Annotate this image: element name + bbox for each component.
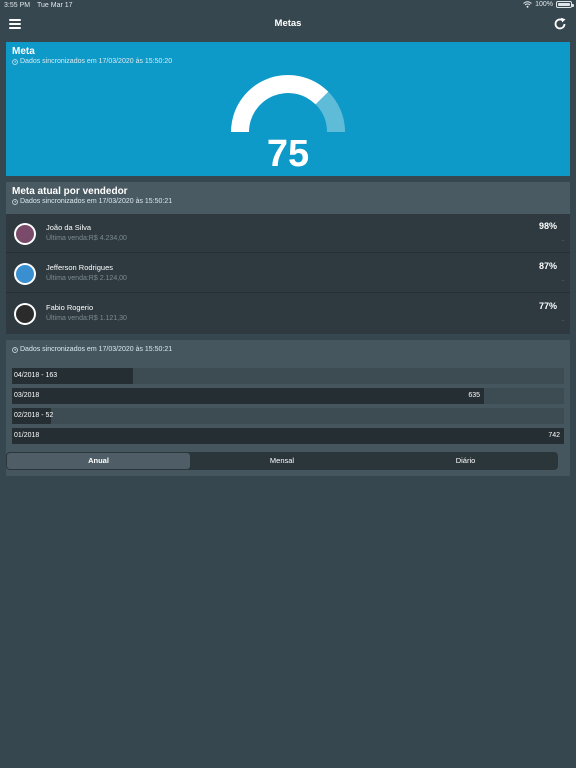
seller-dot: . <box>562 316 564 323</box>
period-segmented-control: Anual Mensal Diário <box>6 452 558 470</box>
status-time: 3:55 PM <box>4 2 31 9</box>
seller-row[interactable]: Jefferson Rodrigues Última venda:R$ 2.12… <box>6 254 570 293</box>
seller-name: Jefferson Rodrigues <box>46 263 113 272</box>
seller-dot: . <box>562 276 564 283</box>
meta-card-title: Meta <box>12 46 35 57</box>
bar-row: 01/2018 742 <box>12 428 564 444</box>
seller-percent: 98% <box>538 221 557 231</box>
bar-row: 04/2018 - 163 <box>12 368 564 384</box>
bar-fill <box>12 388 484 404</box>
seller-percent: 77% <box>538 301 557 311</box>
battery-icon <box>556 1 574 8</box>
nav-bar: Metas <box>0 12 576 38</box>
gauge-filled-arc <box>231 75 329 132</box>
battery-percent: 100% <box>535 1 553 8</box>
refresh-icon[interactable] <box>553 17 567 31</box>
bar-label: 03/2018 <box>14 392 40 399</box>
bar-label: 04/2018 - 163 <box>14 372 58 379</box>
seller-dot: . <box>562 236 564 243</box>
seller-row[interactable]: João da Silva Última venda:R$ 4.234,00 9… <box>6 214 570 253</box>
bar-row: 03/2018 635 <box>12 388 564 404</box>
clock-icon <box>12 198 18 205</box>
avatar <box>14 263 36 285</box>
clock-icon <box>12 346 18 353</box>
bar-fill <box>12 428 564 444</box>
seller-name: João da Silva <box>46 223 92 232</box>
status-right: 100% <box>523 1 574 8</box>
segment-diario[interactable]: Diário <box>374 453 557 469</box>
sellers-card-header: Meta atual por vendedor Dados sincroniza… <box>6 182 570 214</box>
gauge-value: 75 <box>266 133 310 175</box>
meta-card: Meta Dados sincronizados em 17/03/2020 à… <box>6 42 570 176</box>
bar-row: 02/2018 - 52 <box>12 408 564 424</box>
bar-label: 02/2018 - 52 <box>14 412 54 419</box>
segment-mensal[interactable]: Mensal <box>190 453 374 469</box>
status-bar: 3:55 PM Tue Mar 17 100% <box>0 0 576 12</box>
meta-sync-text: Dados sincronizados em 17/03/2020 às 15:… <box>20 58 173 65</box>
bar-value: 635 <box>468 392 480 399</box>
seller-last-sale: Última venda:R$ 2.124,00 <box>46 275 127 282</box>
avatar <box>14 223 36 245</box>
bar-label: 01/2018 <box>14 432 40 439</box>
avatar <box>14 303 36 325</box>
sellers-card: Meta atual por vendedor Dados sincroniza… <box>6 182 570 334</box>
meta-sync-info: Dados sincronizados em 17/03/2020 às 15:… <box>12 58 172 65</box>
sellers-sync-info: Dados sincronizados em 17/03/2020 às 15:… <box>12 198 172 205</box>
bars-sync-text: Dados sincronizados em 17/03/2020 às 15:… <box>20 346 173 353</box>
wifi-icon <box>523 1 532 8</box>
status-date: Tue Mar 17 <box>37 2 73 9</box>
seller-last-sale: Última venda:R$ 4.234,00 <box>46 235 127 242</box>
bars-sync-info: Dados sincronizados em 17/03/2020 às 15:… <box>12 346 172 353</box>
segment-anual[interactable]: Anual <box>7 453 190 469</box>
gauge-chart <box>231 75 345 132</box>
seller-name: Fabio Rogerio <box>46 303 94 312</box>
seller-percent: 87% <box>538 261 557 271</box>
page-title: Metas <box>274 18 302 29</box>
clock-icon <box>12 58 18 65</box>
bar-value: 742 <box>548 432 560 439</box>
seller-row[interactable]: Fabio Rogerio Última venda:R$ 1.121,30 7… <box>6 294 570 333</box>
sellers-sync-text: Dados sincronizados em 17/03/2020 às 15:… <box>20 198 173 205</box>
seller-last-sale: Última venda:R$ 1.121,30 <box>46 315 127 322</box>
sellers-card-title: Meta atual por vendedor <box>12 186 128 197</box>
